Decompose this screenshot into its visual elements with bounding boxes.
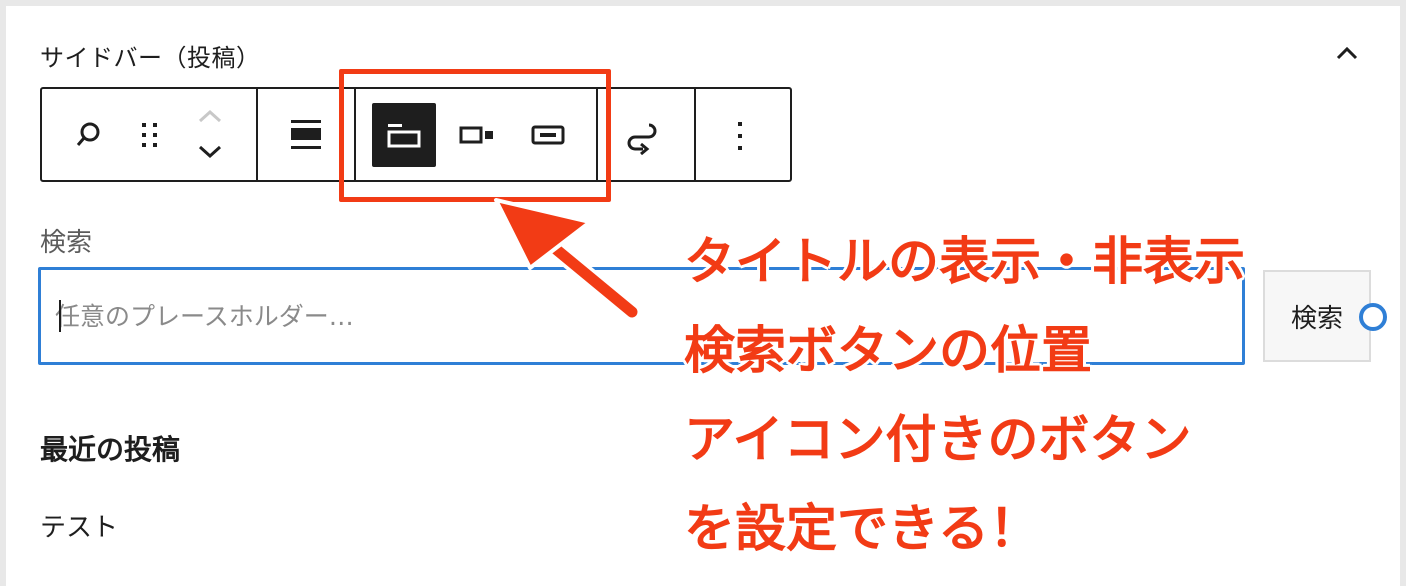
annotation-line: を設定できる！ <box>684 500 1040 559</box>
toggle-label-icon <box>387 124 421 148</box>
panel-title: サイドバー（投稿） <box>40 44 261 72</box>
search-label: 検索 <box>40 228 93 258</box>
move-up-down-icon <box>198 109 222 159</box>
align-button[interactable] <box>282 111 330 159</box>
block-toolbar <box>40 87 792 182</box>
annotation-text: タイトルの表示・非表示 検索ボタンの位置 アイコン付きのボタン を設定できる！ <box>684 218 1245 574</box>
chevron-up-icon <box>1336 46 1358 60</box>
post-link-partial[interactable] <box>40 572 160 586</box>
toggle-search-label-button[interactable] <box>372 103 436 167</box>
annotation-line: 検索ボタンの位置 <box>684 322 1093 381</box>
collapse-button[interactable] <box>1330 36 1364 70</box>
move-up-down-button[interactable] <box>190 101 230 167</box>
annotation-line: アイコン付きのボタン <box>684 411 1192 470</box>
post-link[interactable]: テスト <box>40 507 118 544</box>
annotation-line: タイトルの表示・非表示 <box>684 233 1246 292</box>
transform-icon <box>627 123 657 155</box>
drag-handle-icon <box>142 123 157 147</box>
search-block-button[interactable] <box>68 113 110 157</box>
more-options-button[interactable] <box>722 113 758 159</box>
more-options-icon <box>738 122 742 150</box>
text-caret <box>59 300 61 332</box>
recent-posts-heading: 最近の投稿 <box>40 433 181 466</box>
search-block-icon <box>76 122 100 146</box>
button-inside-icon <box>531 125 565 145</box>
button-position-button[interactable] <box>452 113 502 157</box>
drag-handle-button[interactable] <box>132 113 168 157</box>
search-button[interactable]: 検索 <box>1263 270 1371 362</box>
resize-handle[interactable] <box>1359 303 1387 331</box>
use-button-with-icon-button[interactable] <box>524 113 572 157</box>
align-icon <box>291 120 321 149</box>
transform-button[interactable] <box>620 113 668 161</box>
button-position-icon <box>459 126 493 144</box>
